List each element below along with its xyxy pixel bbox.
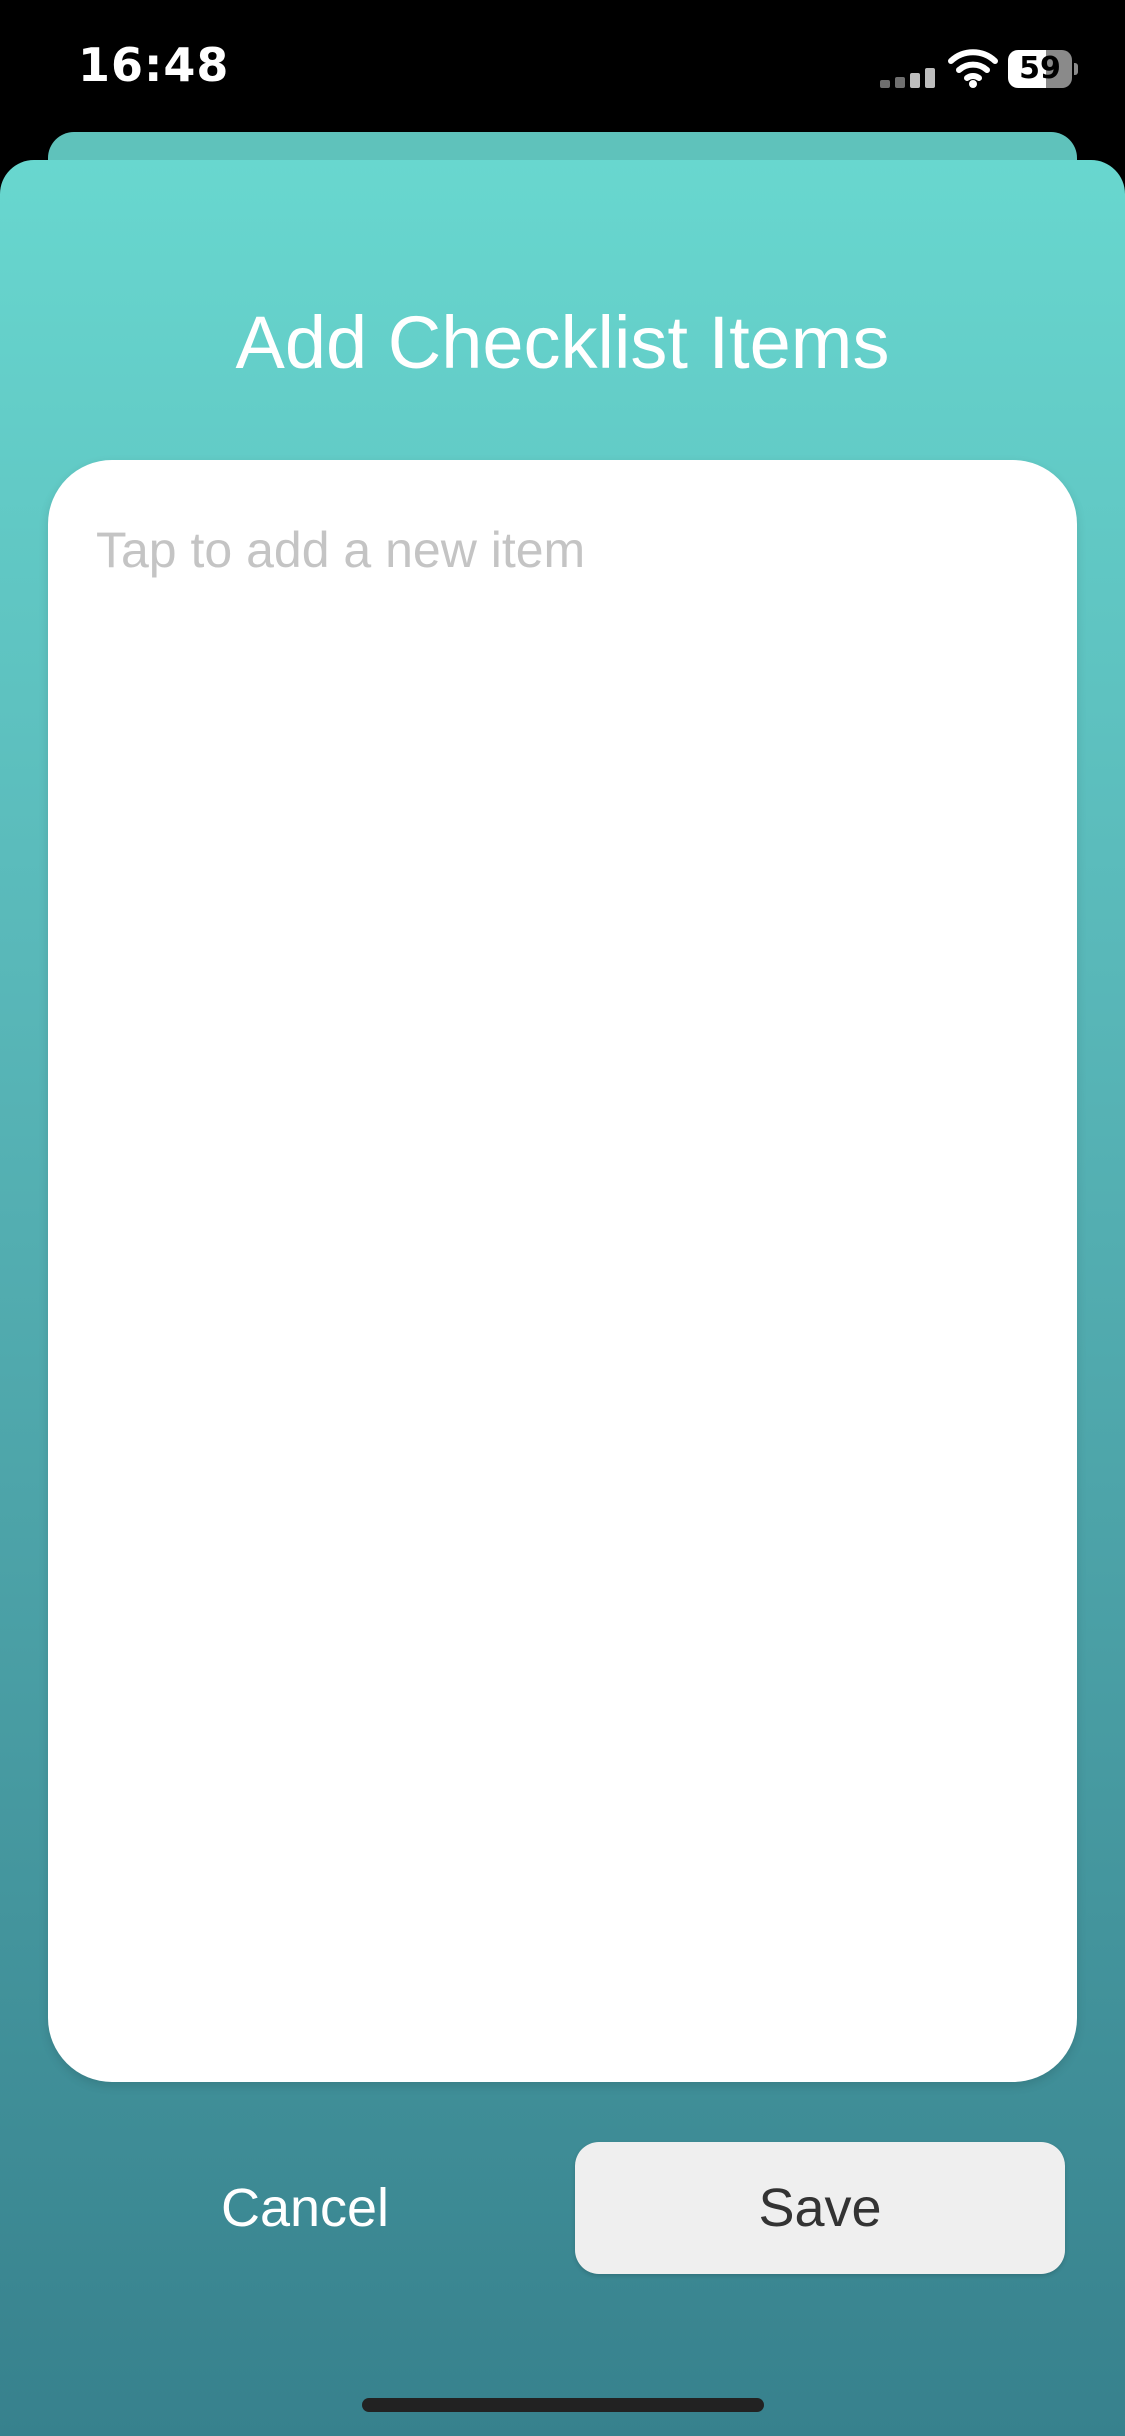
battery-level: 59 — [1019, 51, 1061, 86]
new-item-input[interactable] — [96, 510, 1026, 590]
checklist-items-card[interactable] — [48, 460, 1077, 2082]
screen: 16:48 59 Add Checklist Items Cancel — [0, 0, 1125, 2436]
add-checklist-sheet: Add Checklist Items Cancel Save — [0, 160, 1125, 2436]
status-bar: 16:48 59 — [0, 0, 1125, 130]
cellular-signal-icon — [880, 68, 935, 88]
cancel-button[interactable]: Cancel — [125, 2142, 485, 2274]
wifi-icon — [948, 49, 998, 88]
battery-body: 59 — [1008, 50, 1072, 88]
save-button[interactable]: Save — [575, 2142, 1065, 2274]
status-time: 16:48 — [78, 38, 230, 92]
sheet-title: Add Checklist Items — [235, 301, 890, 384]
battery-icon: 59 — [1008, 50, 1078, 88]
battery-tip — [1074, 63, 1078, 75]
home-indicator[interactable] — [362, 2398, 764, 2412]
